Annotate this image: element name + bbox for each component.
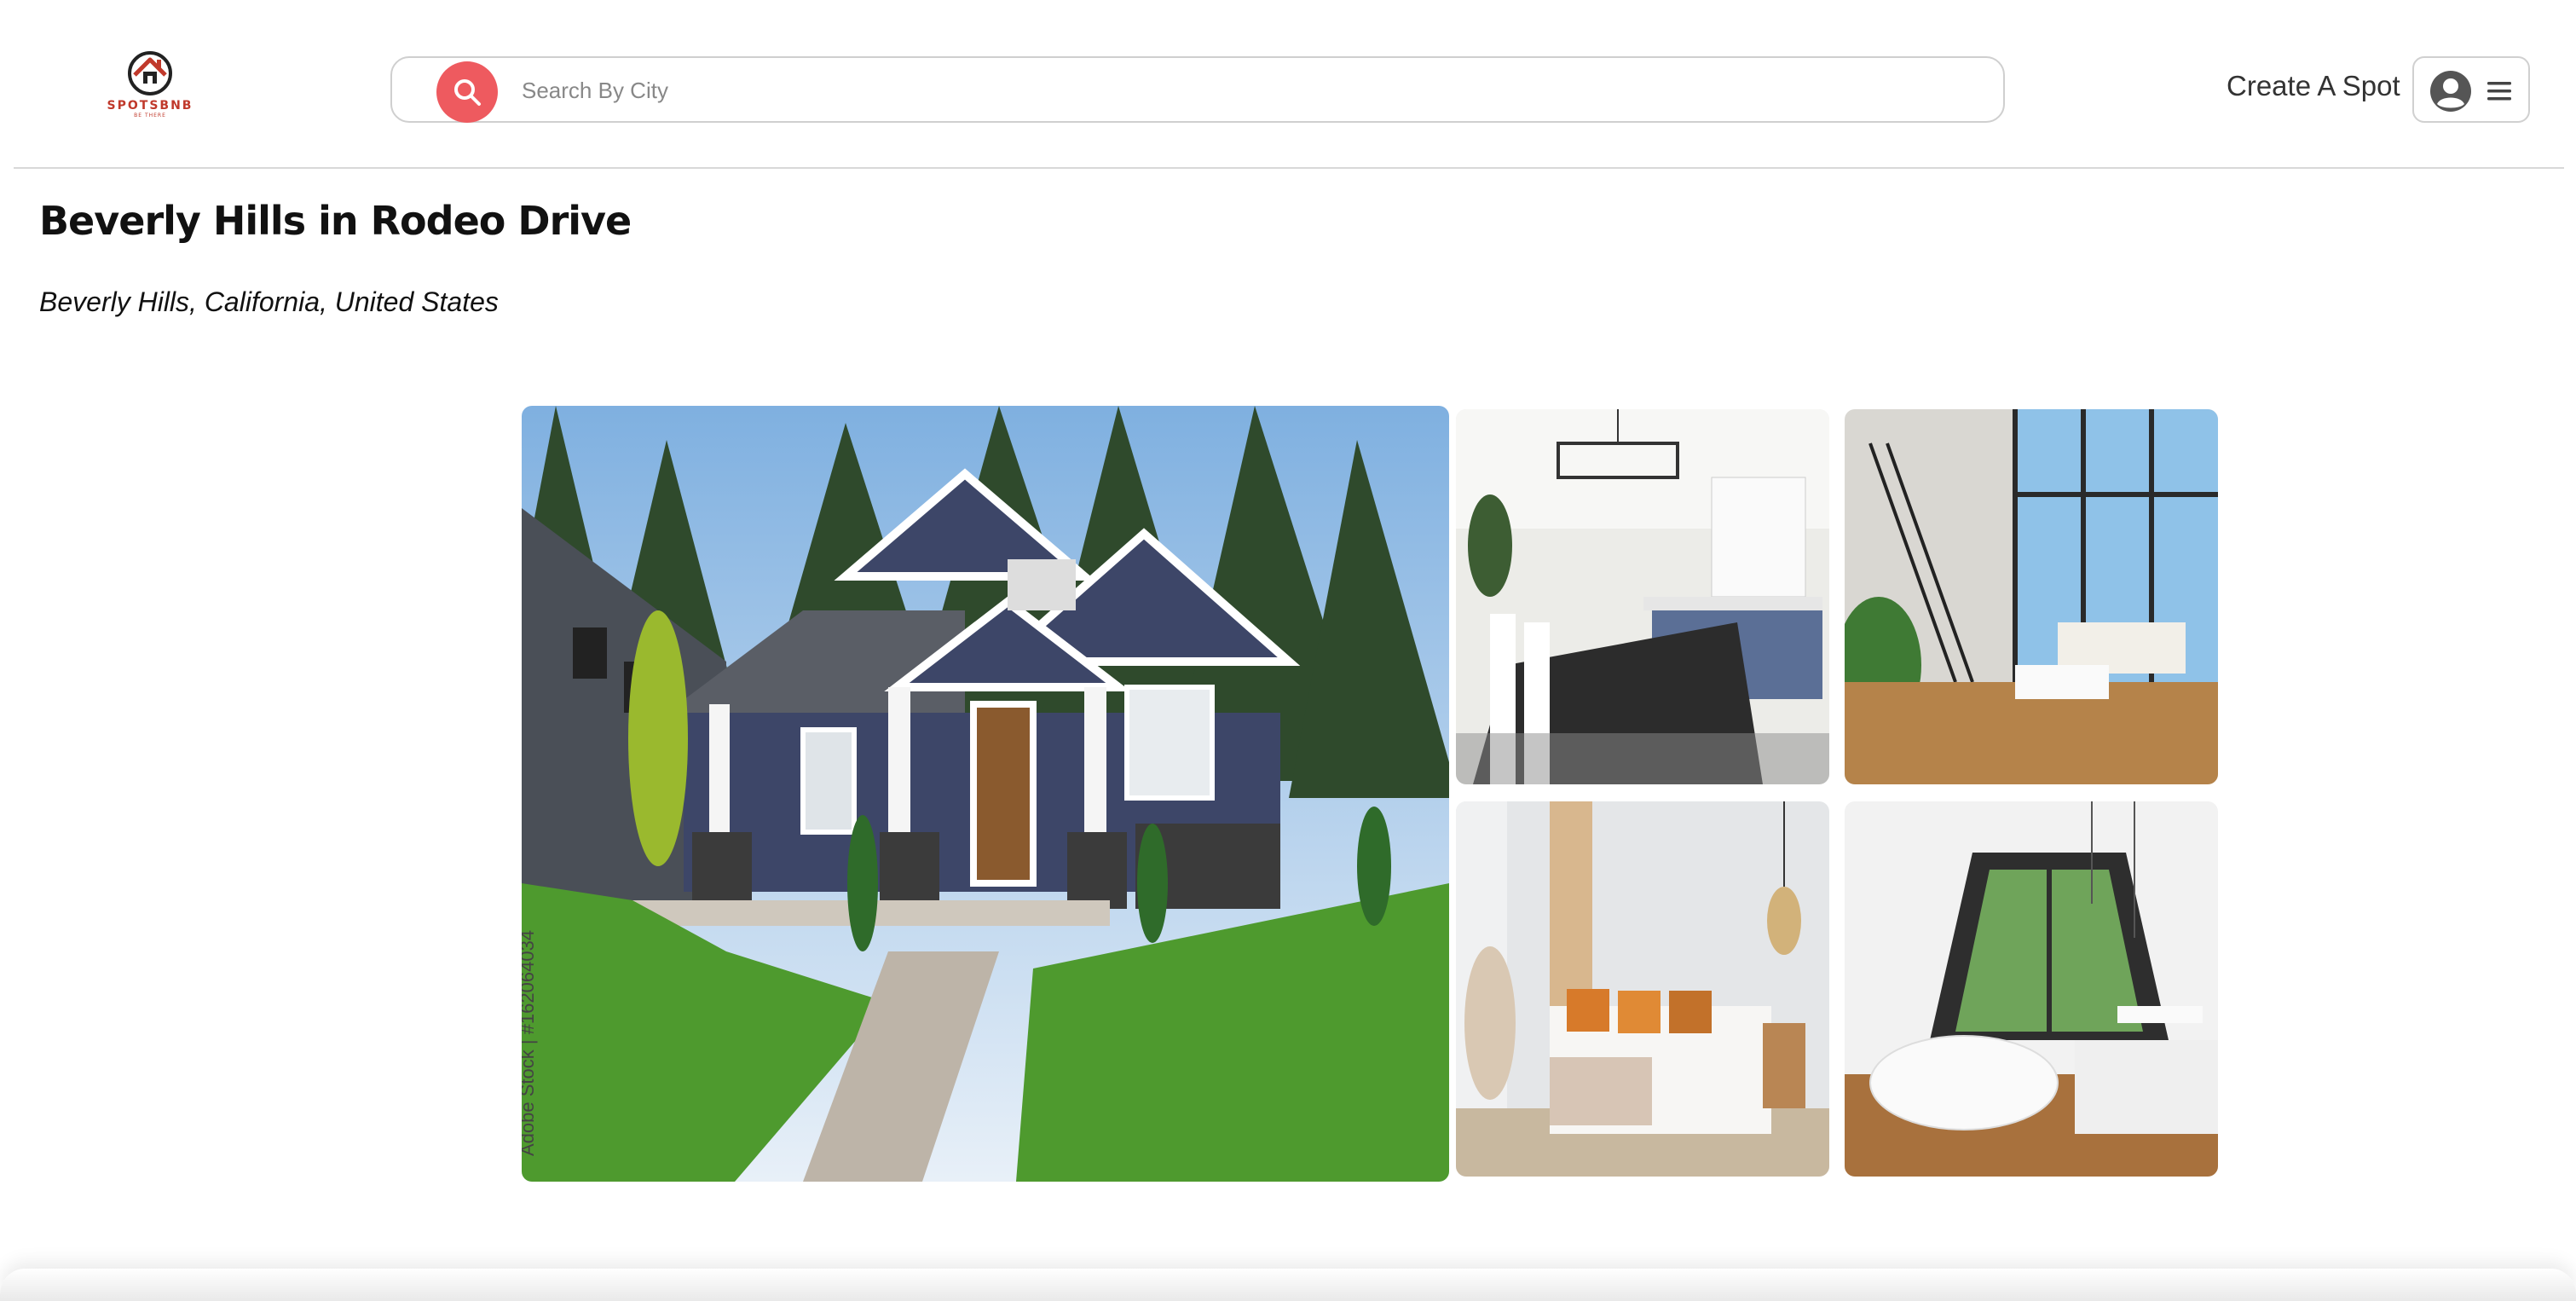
logo-house-icon (128, 51, 172, 95)
living-room-image (1845, 409, 2218, 784)
search-button[interactable] (436, 61, 498, 123)
spot-image-bathroom[interactable] (1845, 801, 2218, 1177)
header-divider (14, 167, 2564, 169)
hamburger-menu-icon (2487, 82, 2511, 101)
logo-tagline: BE THERE (134, 113, 166, 119)
spotsbnb-logo[interactable]: SPOTSBNB BE THERE (101, 48, 199, 126)
spot-location: Beverly Hills, California, United States (39, 286, 499, 317)
house-exterior-image (522, 406, 1449, 1182)
logo-brand-text: SPOTSBNB (107, 99, 193, 113)
top-nav: SPOTSBNB BE THERE Create A Spot (0, 0, 2576, 167)
user-circle-icon (2430, 71, 2471, 112)
footer-edge (0, 1269, 2576, 1301)
image-watermark: Adobe Stock | #162064034 (522, 929, 538, 1156)
search-input[interactable] (520, 68, 1972, 113)
create-spot-link[interactable]: Create A Spot (2227, 70, 2400, 102)
search-bar (390, 56, 2005, 123)
bedroom-image (1456, 801, 1829, 1177)
spot-image-bedroom[interactable] (1456, 801, 1829, 1177)
spot-image-kitchen[interactable] (1456, 409, 1829, 784)
kitchen-image (1456, 409, 1829, 784)
main-spot-image[interactable]: Adobe Stock | #162064034 (522, 406, 1449, 1182)
spot-image-living-room[interactable] (1845, 409, 2218, 784)
spot-title: Beverly Hills in Rodeo Drive (39, 198, 632, 244)
bathroom-image (1845, 801, 2218, 1177)
search-icon (454, 79, 481, 106)
profile-menu-button[interactable] (2412, 56, 2530, 123)
